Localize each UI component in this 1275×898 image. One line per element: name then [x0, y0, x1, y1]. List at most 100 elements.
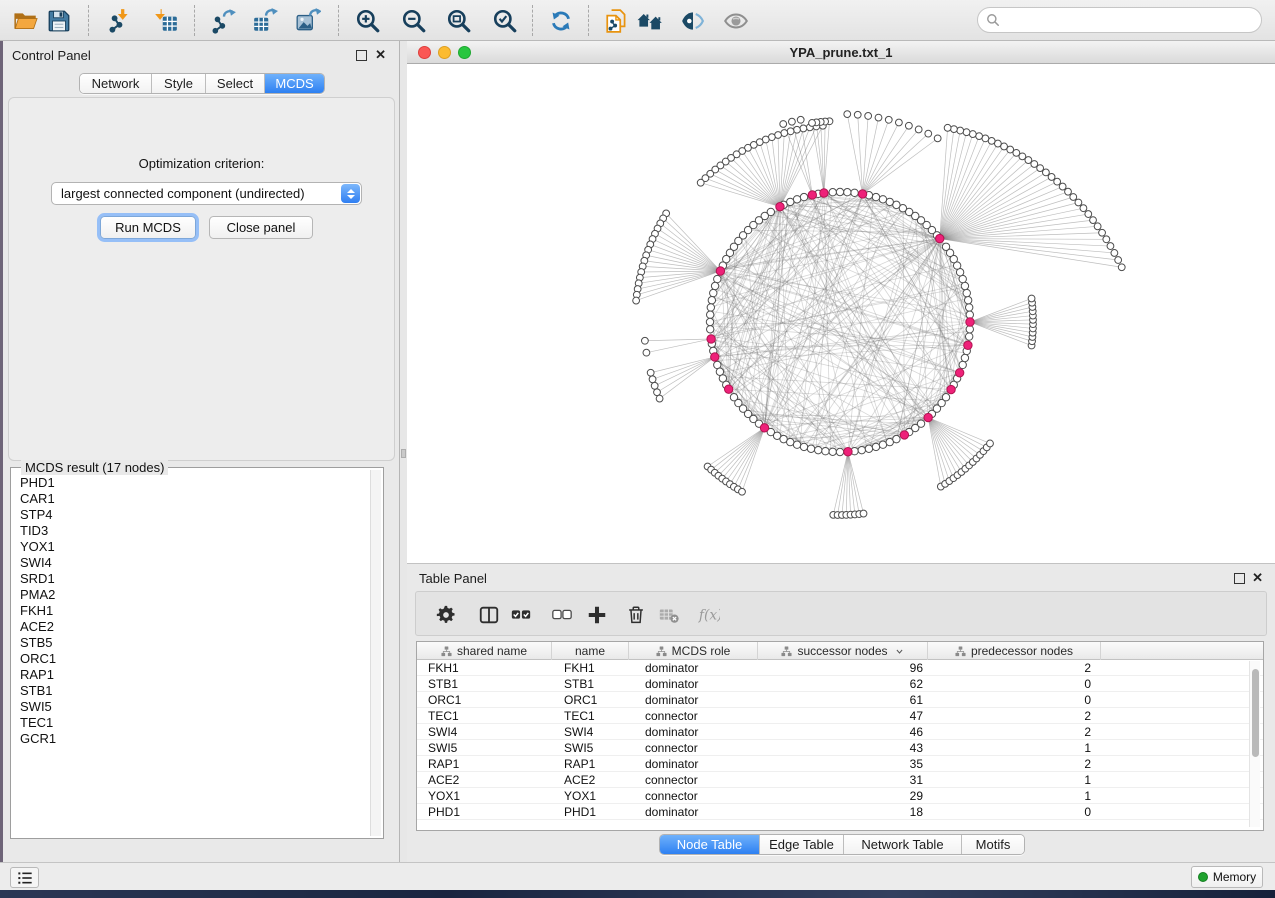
table-cell[interactable]: 1 [928, 740, 1101, 755]
mcds-list-item[interactable]: RAP1 [13, 667, 370, 683]
column-header-predecessor-nodes[interactable]: predecessor nodes [928, 642, 1101, 660]
table-cell[interactable]: PHD1 [417, 804, 552, 819]
mcds-list-scrollbar[interactable] [370, 470, 381, 836]
network-window-titlebar[interactable]: YPA_prune.txt_1 [407, 41, 1275, 64]
table-cell[interactable]: ACE2 [417, 772, 552, 787]
run-mcds-button[interactable]: Run MCDS [100, 216, 196, 239]
home-pages-button[interactable] [635, 6, 665, 36]
table-cell[interactable]: 2 [928, 724, 1101, 739]
table-cell[interactable]: 62 [758, 676, 928, 691]
table-cell[interactable]: 1 [928, 772, 1101, 787]
table-cell[interactable]: 29 [758, 788, 928, 803]
tab-mcds[interactable]: MCDS [265, 74, 324, 93]
mcds-list-item[interactable]: SWI4 [13, 555, 370, 571]
table-row[interactable]: ORC1ORC1dominator610 [417, 692, 1263, 708]
column-header-name[interactable]: name [552, 642, 629, 660]
zoom-fit-button[interactable] [444, 6, 474, 36]
create-column-button[interactable] [585, 603, 609, 627]
table-row[interactable]: YOX1YOX1connector291 [417, 788, 1263, 804]
table-cell[interactable]: ORC1 [417, 692, 552, 707]
table-cell[interactable]: RAP1 [552, 756, 629, 771]
close-table-panel-icon[interactable]: ✕ [1252, 571, 1263, 585]
close-panel-icon[interactable]: ✕ [375, 48, 386, 62]
tab-network-table[interactable]: Network Table [844, 835, 962, 854]
table-cell[interactable]: ORC1 [552, 692, 629, 707]
table-row[interactable]: FKH1FKH1dominator962 [417, 660, 1263, 676]
table-cell[interactable]: connector [629, 772, 758, 787]
table-row[interactable]: SWI4SWI4dominator462 [417, 724, 1263, 740]
table-cell[interactable]: 61 [758, 692, 928, 707]
delete-columns-button[interactable] [624, 603, 648, 627]
tab-network[interactable]: Network [80, 74, 152, 93]
vertical-splitter[interactable] [400, 41, 407, 862]
table-cell[interactable]: FKH1 [552, 660, 629, 675]
table-cell[interactable]: dominator [629, 660, 758, 675]
task-history-button[interactable] [10, 867, 39, 888]
table-cell[interactable]: STB1 [417, 676, 552, 691]
deselect-all-button[interactable] [550, 603, 574, 627]
import-table-button[interactable] [151, 6, 181, 36]
table-cell[interactable]: FKH1 [417, 660, 552, 675]
table-cell[interactable]: 2 [928, 660, 1101, 675]
mcds-list-item[interactable]: PHD1 [13, 475, 370, 491]
table-cell[interactable]: 31 [758, 772, 928, 787]
float-panel-icon[interactable] [356, 50, 367, 61]
import-network-button[interactable] [105, 6, 135, 36]
splitter-handle[interactable] [401, 449, 406, 458]
network-canvas[interactable] [407, 64, 1275, 563]
table-cell[interactable]: TEC1 [552, 708, 629, 723]
mcds-list-item[interactable]: YOX1 [13, 539, 370, 555]
export-table-button[interactable] [250, 6, 280, 36]
table-row[interactable]: PHD1PHD1dominator180 [417, 804, 1263, 820]
clone-network-button[interactable] [602, 6, 632, 36]
network-canvas-svg[interactable] [407, 64, 1275, 563]
criterion-dropdown[interactable]: largest connected component (undirected) [51, 182, 362, 205]
column-header-shared-name[interactable]: shared name [417, 642, 552, 660]
table-cell[interactable]: 0 [928, 804, 1101, 819]
table-cell[interactable]: SWI4 [552, 724, 629, 739]
mcds-list-item[interactable]: CAR1 [13, 491, 370, 507]
table-row[interactable]: ACE2ACE2connector311 [417, 772, 1263, 788]
table-cell[interactable]: YOX1 [417, 788, 552, 803]
tab-select[interactable]: Select [206, 74, 265, 93]
tab-style[interactable]: Style [152, 74, 206, 93]
table-cell[interactable]: 47 [758, 708, 928, 723]
mcds-list-item[interactable]: SRD1 [13, 571, 370, 587]
mcds-list-item[interactable]: STP4 [13, 507, 370, 523]
mcds-list-item[interactable]: TEC1 [13, 715, 370, 731]
close-panel-button[interactable]: Close panel [209, 216, 313, 239]
tab-edge-table[interactable]: Edge Table [760, 835, 844, 854]
open-file-button[interactable] [11, 6, 41, 36]
zoom-out-button[interactable] [399, 6, 429, 36]
table-settings-button[interactable] [434, 603, 458, 627]
table-cell[interactable]: 96 [758, 660, 928, 675]
table-row[interactable]: RAP1RAP1dominator352 [417, 756, 1263, 772]
select-all-button[interactable] [509, 603, 533, 627]
export-network-button[interactable] [209, 6, 239, 36]
table-cell[interactable]: SWI5 [552, 740, 629, 755]
mcds-list-item[interactable]: ACE2 [13, 619, 370, 635]
table-cell[interactable]: 18 [758, 804, 928, 819]
search-input[interactable] [1000, 13, 1261, 28]
mcds-list-item[interactable]: ORC1 [13, 651, 370, 667]
mcds-result-list[interactable]: PHD1CAR1STP4TID3YOX1SWI4SRD1PMA2FKH1ACE2… [13, 470, 370, 836]
table-cell[interactable]: 1 [928, 788, 1101, 803]
table-row[interactable]: TEC1TEC1connector472 [417, 708, 1263, 724]
table-cell[interactable]: 0 [928, 676, 1101, 691]
column-header-successor-nodes[interactable]: successor nodes [758, 642, 928, 660]
table-cell[interactable]: 2 [928, 708, 1101, 723]
table-cell[interactable]: ACE2 [552, 772, 629, 787]
table-scrollbar[interactable] [1249, 661, 1260, 827]
table-scrollbar-thumb[interactable] [1252, 669, 1259, 757]
float-table-panel-icon[interactable] [1234, 573, 1245, 584]
tab-motifs[interactable]: Motifs [962, 835, 1024, 854]
table-cell[interactable]: SWI4 [417, 724, 552, 739]
table-cell[interactable]: dominator [629, 724, 758, 739]
mcds-list-item[interactable]: STB5 [13, 635, 370, 651]
refresh-layout-button[interactable] [546, 6, 576, 36]
table-cell[interactable]: dominator [629, 692, 758, 707]
table-cell[interactable]: PHD1 [552, 804, 629, 819]
show-columns-button[interactable] [477, 603, 501, 627]
table-cell[interactable]: dominator [629, 804, 758, 819]
mcds-list-item[interactable]: TID3 [13, 523, 370, 539]
